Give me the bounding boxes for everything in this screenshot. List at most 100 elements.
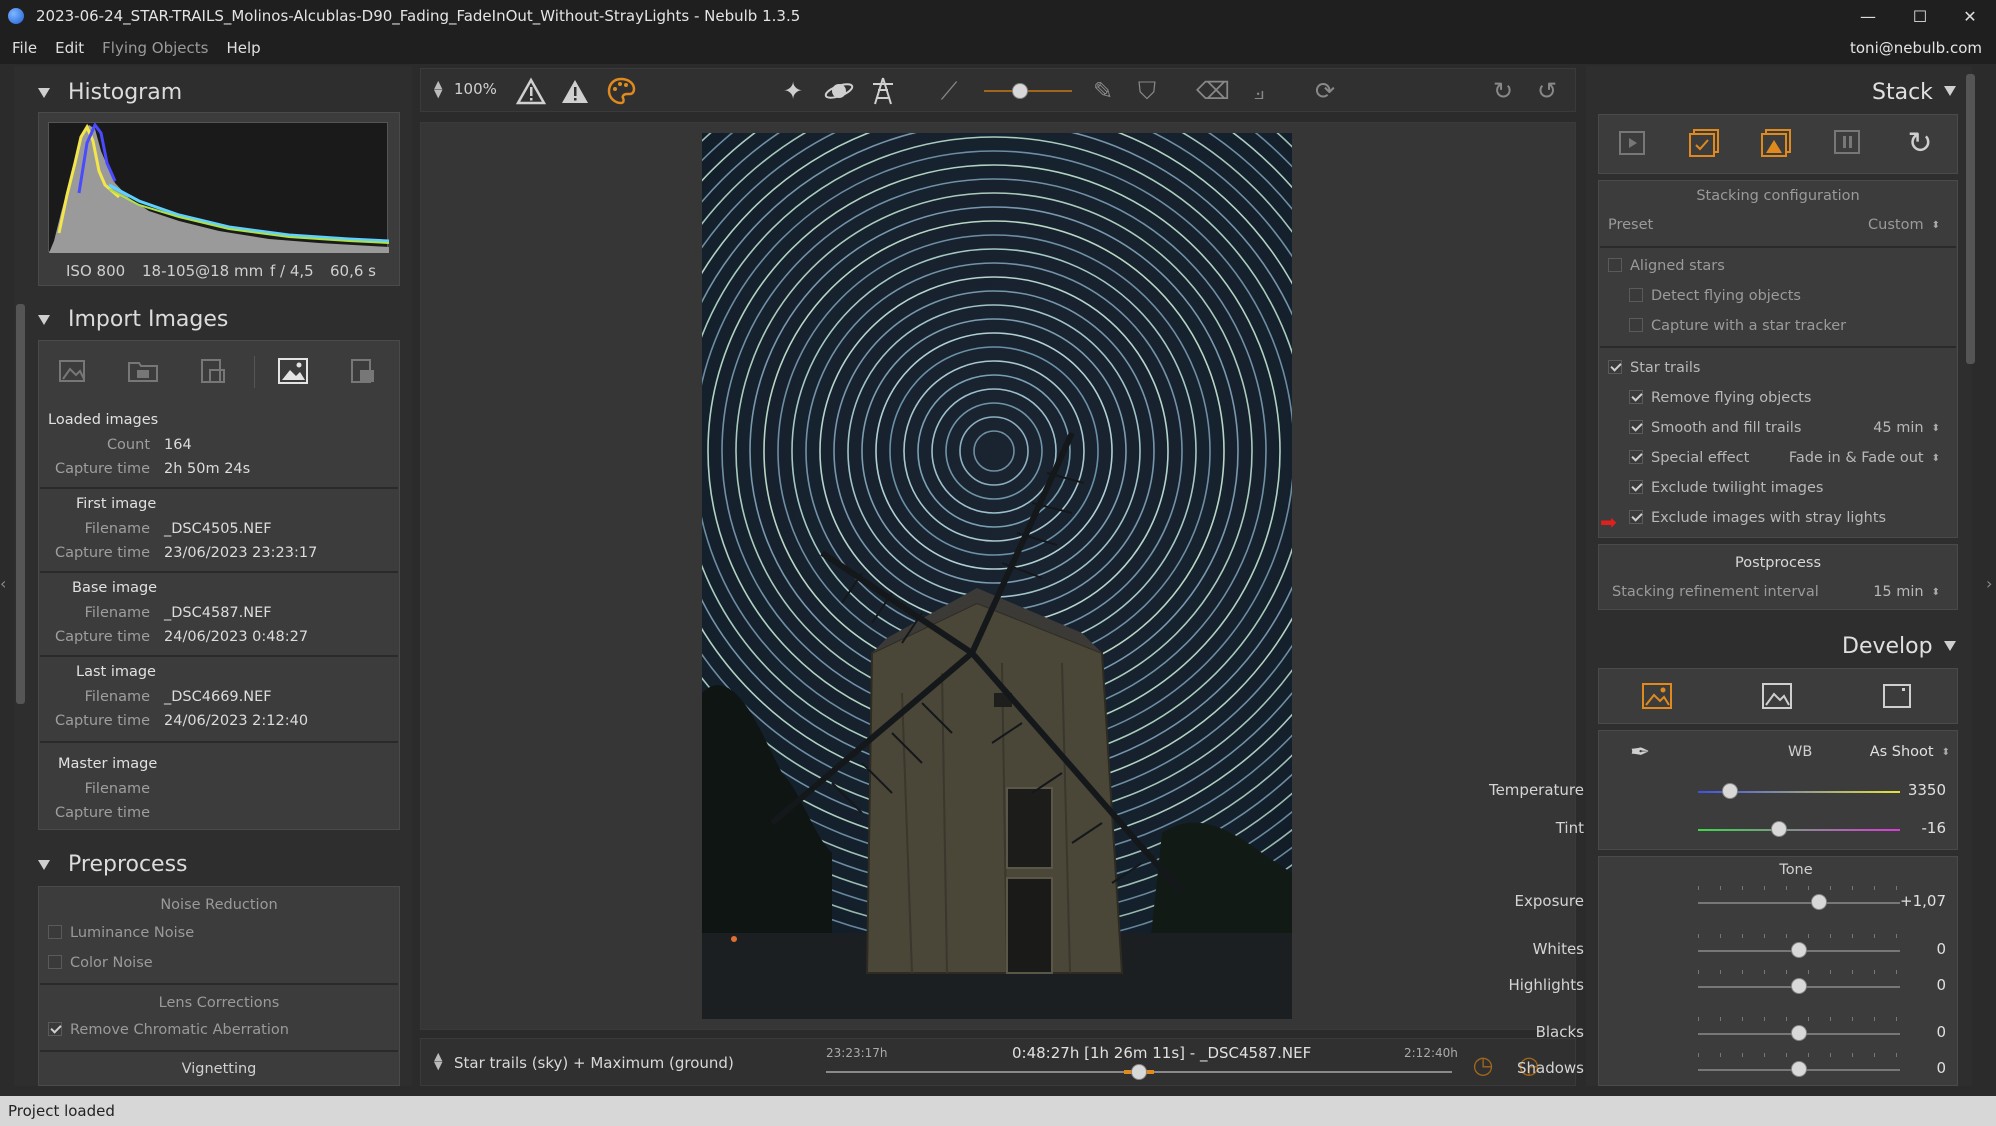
refresh-icon[interactable]: ⟳ <box>1308 74 1342 108</box>
timeline-knob[interactable] <box>1131 1064 1147 1080</box>
broom-icon[interactable]: ⟓ <box>1242 74 1276 108</box>
special-effect-checkbox[interactable]: Special effect <box>1629 450 1749 466</box>
shadows-value[interactable]: 0 <box>1896 1059 1946 1077</box>
warning-outline-icon[interactable] <box>514 74 548 108</box>
collapse-left-icon[interactable]: ‹ <box>0 574 6 593</box>
tint-value[interactable]: -16 <box>1896 819 1947 837</box>
maximize-button[interactable]: ☐ <box>1892 0 1948 32</box>
temperature-value[interactable]: 3350 <box>1896 781 1946 799</box>
divider <box>40 487 398 489</box>
iso-value: ISO 800 <box>66 262 126 280</box>
master-image-label: Master image <box>58 756 158 772</box>
planet-icon[interactable] <box>822 74 856 108</box>
blacks-value[interactable]: 0 <box>1896 1023 1946 1041</box>
exposure-label: Exposure <box>1514 892 1584 910</box>
star-tracker-checkbox[interactable]: Capture with a star tracker <box>1629 318 1846 334</box>
luminance-noise-checkbox[interactable]: Luminance Noise <box>48 925 194 941</box>
capture-label: Capture time <box>54 713 150 729</box>
develop-ground-icon[interactable] <box>1758 677 1796 715</box>
special-effect-select[interactable]: Fade in & Fade out ⬍ <box>1780 450 1940 466</box>
warning-filled-icon[interactable] <box>558 74 592 108</box>
import-images-icon[interactable] <box>54 352 92 390</box>
timeline-end: 2:12:40h <box>1404 1046 1458 1060</box>
minimize-button[interactable]: — <box>1840 0 1896 32</box>
filename-label: Filename <box>84 689 150 705</box>
menu-file[interactable]: File <box>12 39 37 57</box>
stack-collapse-icon[interactable] <box>1944 86 1956 96</box>
wb-select[interactable]: As Shoot ⬍ <box>1840 744 1950 760</box>
right-scrollbar[interactable] <box>1966 74 1975 364</box>
smooth-fill-value: 45 min <box>1873 420 1924 436</box>
eraser-icon[interactable]: ⌫ <box>1196 74 1230 108</box>
zoom-level[interactable]: 100% <box>454 80 497 98</box>
restack-icon[interactable]: ↻ <box>1901 124 1939 162</box>
import-master-clipboard-icon[interactable] <box>344 352 382 390</box>
stars-icon[interactable]: ✦ <box>776 74 810 108</box>
exclude-stray-label: Exclude images with stray lights <box>1651 510 1887 526</box>
shadows-knob[interactable] <box>1791 1061 1807 1077</box>
menu-help[interactable]: Help <box>226 39 260 57</box>
magic-wand-icon[interactable]: ⟋ <box>932 74 966 108</box>
stack-check-icon[interactable] <box>1685 124 1723 162</box>
develop-collapse-icon[interactable] <box>1944 641 1956 651</box>
preset-select[interactable]: Custom ⬍ <box>1840 217 1940 233</box>
checkbox-icon <box>1629 318 1643 332</box>
undo-icon[interactable]: ↺ <box>1530 74 1564 108</box>
whites-value[interactable]: 0 <box>1896 940 1946 958</box>
develop-sky-icon[interactable] <box>1638 677 1676 715</box>
lens-corrections-label: Lens Corrections <box>158 995 280 1011</box>
play-stack-icon[interactable] <box>1613 124 1651 162</box>
whites-knob[interactable] <box>1791 942 1807 958</box>
mode-spinner-icon[interactable]: ▲ ▼ <box>434 1051 442 1071</box>
collapse-right-icon[interactable]: › <box>1986 574 1992 593</box>
remove-flying-label: Remove flying objects <box>1651 390 1812 406</box>
stack-mountain-icon[interactable] <box>1757 124 1795 162</box>
tint-slider[interactable] <box>1698 829 1900 831</box>
paint-bucket-icon[interactable]: ⛉ <box>1130 74 1164 108</box>
wb-value: As Shoot <box>1869 744 1934 760</box>
redo-icon[interactable]: ↻ <box>1486 74 1520 108</box>
color-palette-icon[interactable] <box>604 74 638 108</box>
import-clipboard-icon[interactable] <box>194 352 232 390</box>
highlights-value[interactable]: 0 <box>1896 976 1946 994</box>
menu-edit[interactable]: Edit <box>55 39 84 57</box>
base-filename-value: _DSC4587.NEF <box>164 605 272 621</box>
close-button[interactable]: ✕ <box>1942 0 1996 32</box>
histogram-header[interactable]: Histogram <box>38 80 182 105</box>
tower-icon[interactable] <box>866 74 900 108</box>
user-account[interactable]: toni@nebulb.com <box>1850 39 1982 57</box>
blacks-knob[interactable] <box>1791 1025 1807 1041</box>
preset-label: Preset <box>1608 217 1654 233</box>
color-noise-checkbox[interactable]: Color Noise <box>48 955 153 971</box>
remove-flying-checkbox[interactable]: Remove flying objects <box>1629 390 1811 406</box>
tint-knob[interactable] <box>1770 821 1787 837</box>
aligned-stars-checkbox[interactable]: Aligned stars <box>1608 258 1725 274</box>
import-header[interactable]: Import Images <box>38 307 228 332</box>
smooth-fill-select[interactable]: 45 min ⬍ <box>1840 420 1940 436</box>
exclude-twilight-checkbox[interactable]: Exclude twilight images <box>1629 480 1823 496</box>
zoom-spinner-icon[interactable]: ▲ ▼ <box>434 79 442 99</box>
spinner-icon: ⬍ <box>1931 423 1940 434</box>
stack-mode-select[interactable]: Star trails (sky) + Maximum (ground) <box>454 1054 734 1072</box>
brush-size-slider[interactable] <box>984 90 1072 92</box>
exclude-stray-checkbox[interactable]: Exclude images with stray lights <box>1629 510 1886 526</box>
eyedropper-icon[interactable]: ✒ <box>1630 738 1650 766</box>
import-folder-icon[interactable] <box>124 352 162 390</box>
exposure-value[interactable]: +1,07 <box>1896 892 1946 910</box>
remove-ca-checkbox[interactable]: Remove Chromatic Aberration <box>48 1022 289 1038</box>
smooth-fill-checkbox[interactable]: Smooth and fill trails <box>1629 420 1801 436</box>
refinement-select[interactable]: 15 min ⬍ <box>1840 584 1940 600</box>
preprocess-header[interactable]: Preprocess <box>38 852 188 877</box>
brush-size-knob[interactable] <box>1012 83 1028 99</box>
master-image-icon[interactable] <box>274 352 312 390</box>
app-icon <box>8 8 24 24</box>
menu-flying-objects[interactable]: Flying Objects <box>102 39 208 57</box>
exposure-slider[interactable] <box>1698 902 1900 904</box>
stack-pause-icon[interactable] <box>1829 124 1867 162</box>
noise-reduction-label: Noise Reduction <box>160 897 278 913</box>
develop-crop-icon[interactable] <box>1878 677 1916 715</box>
star-trails-checkbox[interactable]: Star trails <box>1608 360 1701 376</box>
brush-icon[interactable]: ✎ <box>1086 74 1120 108</box>
detect-flying-checkbox[interactable]: Detect flying objects <box>1629 288 1801 304</box>
highlights-knob[interactable] <box>1791 978 1807 994</box>
